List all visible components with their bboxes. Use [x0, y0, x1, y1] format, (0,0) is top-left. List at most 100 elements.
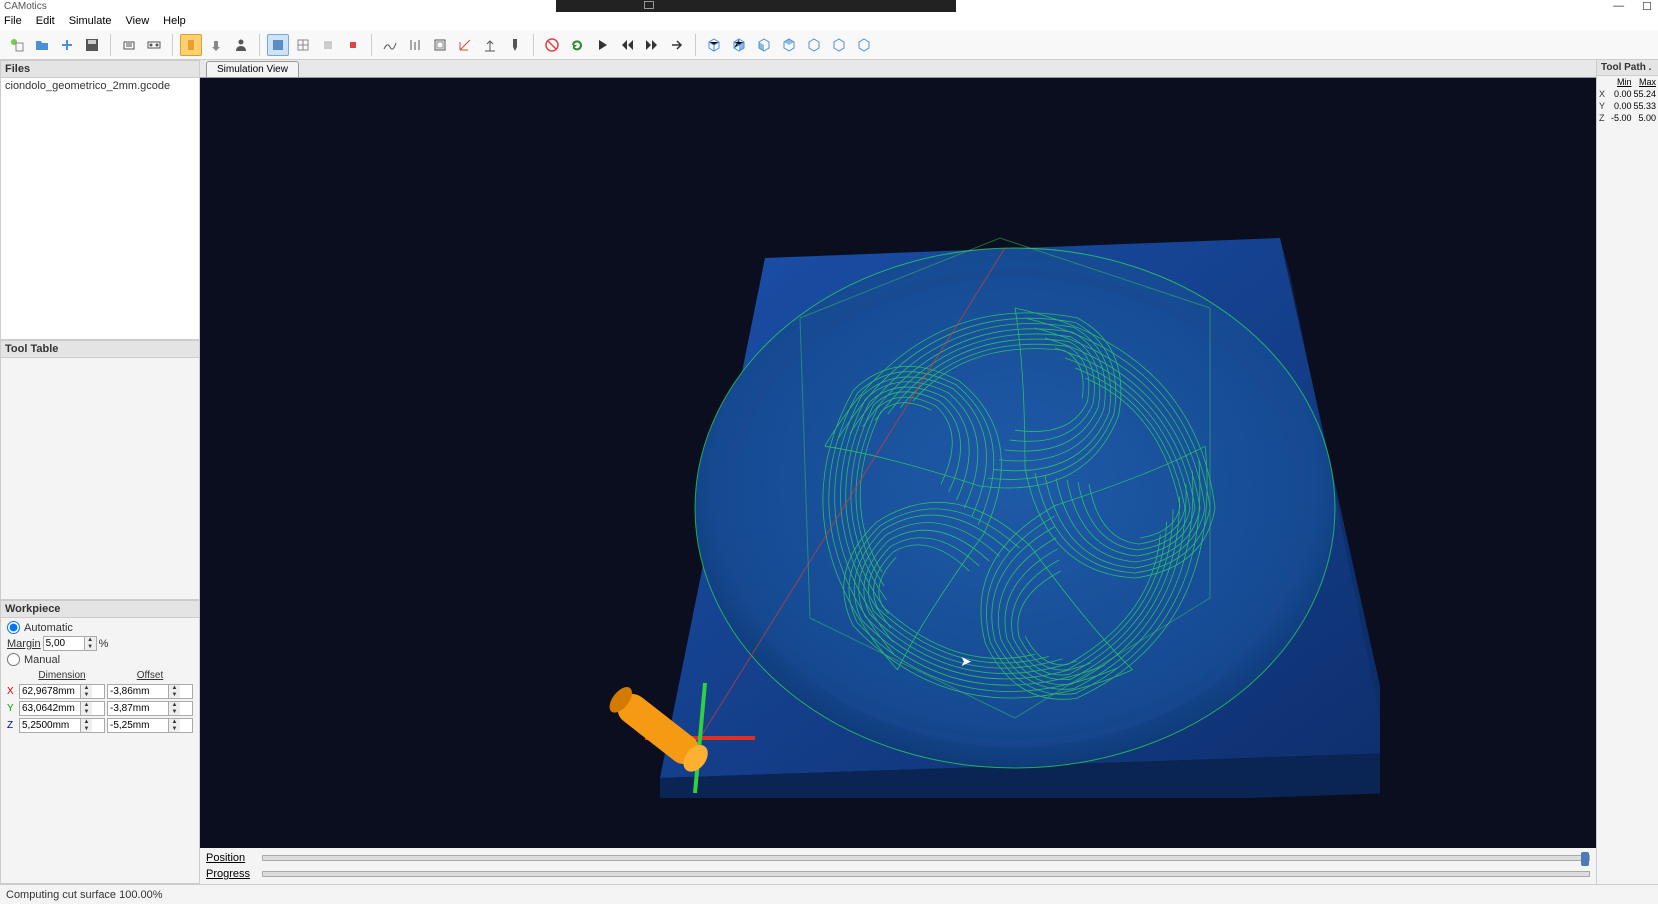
- tab-row: Simulation View: [200, 60, 1596, 78]
- wp-y-off[interactable]: ▲▼: [107, 701, 193, 716]
- tab-simulation[interactable]: Simulation View: [206, 61, 299, 77]
- bottom-view-button[interactable]: [853, 34, 875, 56]
- menu-view[interactable]: View: [126, 15, 150, 27]
- wp-manual-radio[interactable]: [7, 653, 20, 666]
- files-list[interactable]: ciondolo_geometrico_2mm.gcode: [1, 78, 199, 339]
- person-button[interactable]: [230, 34, 252, 56]
- menu-edit[interactable]: Edit: [36, 15, 55, 27]
- tool2-button[interactable]: [205, 34, 227, 56]
- graph1-button[interactable]: [379, 34, 401, 56]
- wp-margin-row: Margin ▲▼ %: [5, 635, 195, 652]
- view-wire-button[interactable]: [292, 34, 314, 56]
- tooltable-header: Tool Table: [1, 341, 199, 358]
- left-view-button[interactable]: [778, 34, 800, 56]
- save-button[interactable]: [81, 34, 103, 56]
- tool1-button[interactable]: [180, 34, 202, 56]
- minimize-button[interactable]: —: [1613, 0, 1624, 13]
- position-slider-row: Position: [206, 852, 1590, 864]
- tooltable-body[interactable]: [1, 358, 199, 599]
- wp-axis-z: Z: [7, 718, 17, 733]
- reload-button[interactable]: [566, 34, 588, 56]
- position-handle[interactable]: [1581, 852, 1589, 866]
- wp-margin-field[interactable]: [44, 637, 84, 650]
- workpiece-panel: Workpiece Automatic Margin ▲▼ % Manual: [0, 600, 200, 884]
- graph2-button[interactable]: [404, 34, 426, 56]
- progress-slider[interactable]: [262, 871, 1590, 877]
- progress-slider-row: Progress: [206, 868, 1590, 880]
- workpiece-header: Workpiece: [1, 601, 199, 618]
- wp-auto-label: Automatic: [24, 622, 73, 634]
- cursor-icon: ➤: [960, 653, 972, 670]
- wp-auto-radio[interactable]: [7, 621, 20, 634]
- workpiece-3d: [560, 178, 1380, 798]
- forward-button[interactable]: [641, 34, 663, 56]
- play-button[interactable]: [591, 34, 613, 56]
- graph3-button[interactable]: [429, 34, 451, 56]
- wp-axis-x: X: [7, 684, 17, 699]
- titlebar-dark-overlay: [556, 0, 956, 12]
- view-hide1-button[interactable]: [317, 34, 339, 56]
- maximize-button[interactable]: ☐: [1642, 0, 1652, 13]
- center-column: Simulation View: [200, 60, 1596, 884]
- file-item[interactable]: ciondolo_geometrico_2mm.gcode: [5, 80, 195, 92]
- wp-dim-hdr: Dimension: [19, 669, 105, 682]
- statusbar: Computing cut surface 100.00%: [0, 884, 1658, 904]
- menu-simulate[interactable]: Simulate: [69, 15, 112, 27]
- step-button[interactable]: [666, 34, 688, 56]
- iso-view-button[interactable]: [703, 34, 725, 56]
- view-surface-button[interactable]: [267, 34, 289, 56]
- wp-y-dim[interactable]: ▲▼: [19, 701, 105, 716]
- tooltable-panel: Tool Table: [0, 340, 200, 600]
- origin-button[interactable]: [479, 34, 501, 56]
- menubar: File Edit Simulate View Help: [0, 12, 1658, 30]
- back-view-button[interactable]: [753, 34, 775, 56]
- position-label: Position: [206, 852, 256, 864]
- main-area: Files ciondolo_geometrico_2mm.gcode Tool…: [0, 60, 1658, 884]
- export2-button[interactable]: [143, 34, 165, 56]
- export1-button[interactable]: [118, 34, 140, 56]
- axes-button[interactable]: [454, 34, 476, 56]
- toolbit-button[interactable]: [504, 34, 526, 56]
- wp-margin-unit: %: [99, 638, 109, 650]
- front-view-button[interactable]: [728, 34, 750, 56]
- menu-help[interactable]: Help: [163, 15, 186, 27]
- add-button[interactable]: [56, 34, 78, 56]
- bounds-head: Min Max: [1597, 76, 1658, 88]
- wp-z-off[interactable]: ▲▼: [107, 718, 193, 733]
- left-column: Files ciondolo_geometrico_2mm.gcode Tool…: [0, 60, 200, 884]
- wp-row-z: Z ▲▼ ▲▼: [7, 718, 193, 733]
- wp-row-y: Y ▲▼ ▲▼: [7, 701, 193, 716]
- overlay-square-icon: [644, 1, 654, 9]
- menu-file[interactable]: File: [4, 15, 22, 27]
- app-title: CAMotics: [4, 1, 47, 12]
- top-view-button[interactable]: [828, 34, 850, 56]
- wp-z-dim[interactable]: ▲▼: [19, 718, 105, 733]
- rewind-button[interactable]: [616, 34, 638, 56]
- progress-label: Progress: [206, 868, 256, 880]
- wp-margin-label: Margin: [7, 638, 41, 650]
- spin-down-icon[interactable]: ▼: [85, 644, 96, 651]
- position-slider[interactable]: [262, 855, 1590, 861]
- right-view-button[interactable]: [803, 34, 825, 56]
- window-controls: — ☐: [1613, 0, 1652, 13]
- bounds-min-hdr: Min: [1607, 77, 1632, 87]
- new-button[interactable]: [6, 34, 28, 56]
- workpiece-body: Automatic Margin ▲▼ % Manual: [1, 618, 199, 883]
- simulation-viewport[interactable]: ➤: [200, 78, 1596, 848]
- toolbar: [0, 30, 1658, 60]
- bounds-max-hdr: Max: [1632, 77, 1657, 87]
- open-button[interactable]: [31, 34, 53, 56]
- status-text: Computing cut surface 100.00%: [6, 889, 163, 901]
- right-column: Tool Path . Min Max X 0.00 55.24 Y 0.00 …: [1596, 60, 1658, 884]
- wp-off-hdr: Offset: [107, 669, 193, 682]
- wp-x-dim[interactable]: ▲▼: [19, 684, 105, 699]
- stop-button[interactable]: [541, 34, 563, 56]
- wp-margin-input[interactable]: ▲▼: [43, 636, 97, 651]
- view-hide2-button[interactable]: [342, 34, 364, 56]
- wp-manual-row[interactable]: Manual: [5, 652, 195, 667]
- wp-x-off[interactable]: ▲▼: [107, 684, 193, 699]
- sliders-area: Position Progress: [200, 848, 1596, 884]
- files-header: Files: [1, 61, 199, 78]
- bounds-row-x: X 0.00 55.24: [1597, 88, 1658, 100]
- wp-auto-row[interactable]: Automatic: [5, 620, 195, 635]
